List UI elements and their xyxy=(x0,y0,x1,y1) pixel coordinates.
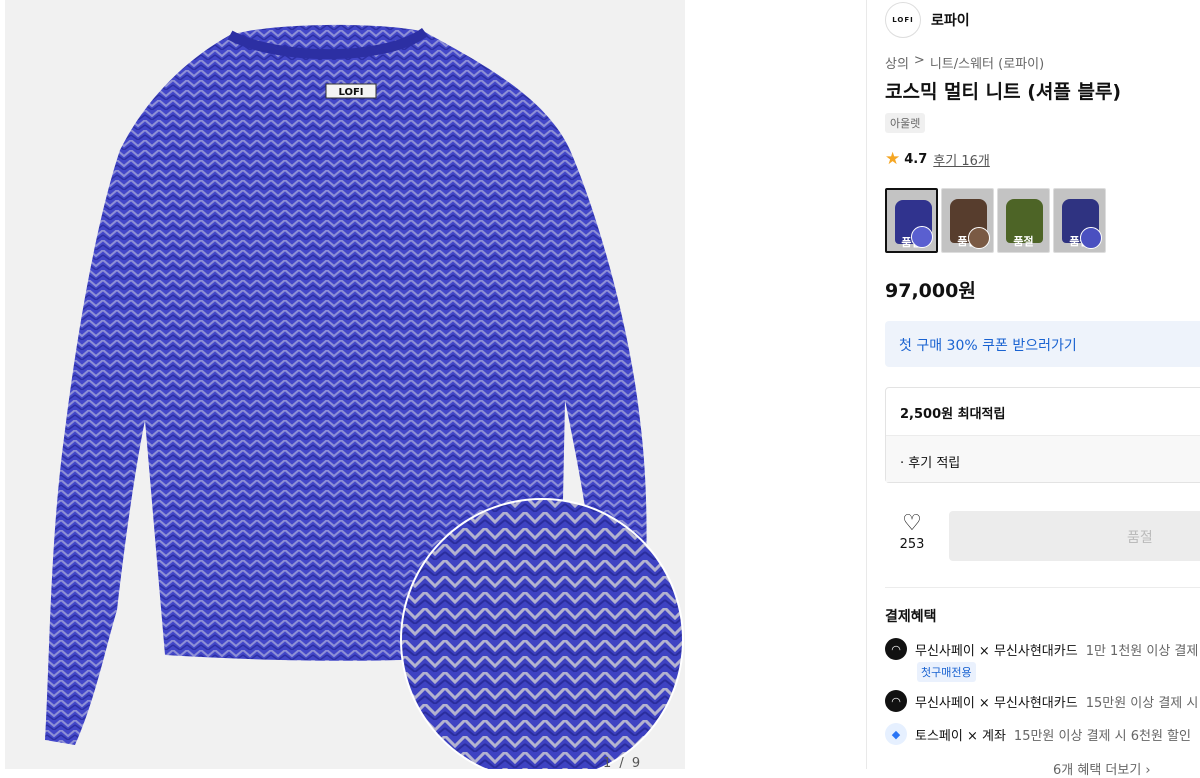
product-price: 97,000원 xyxy=(885,280,976,302)
swatch-shuffle-blue[interactable]: 품절 xyxy=(885,188,938,253)
swatch-detail-dot xyxy=(911,226,933,248)
musinsa-pay-icon: ◠ xyxy=(885,638,907,660)
swatch-detail-dot xyxy=(1080,227,1102,249)
swatch-blue[interactable]: 품절 xyxy=(1053,188,1106,253)
breadcrumb: 상의 > 니트/스웨터 (로파이) xyxy=(885,53,1044,72)
toss-pay-icon: ◆ xyxy=(885,723,907,745)
chevron-right-icon: > xyxy=(913,53,925,68)
benefit-item[interactable]: ◠ 무신사페이 × 무신사현대카드 15만원 이상 결제 시 xyxy=(885,690,1198,712)
color-swatches: 품절 품절 품절 품절 xyxy=(885,188,1106,253)
outlet-tag: 아울렛 xyxy=(885,113,926,133)
payment-benefits-title: 결제혜택 xyxy=(885,609,937,625)
benefit-item[interactable]: ◠ 무신사페이 × 무신사현대카드 1만 1천원 이상 결제 xyxy=(885,638,1198,660)
max-points: 2,500원 최대적립 xyxy=(900,407,1006,422)
reviews-link[interactable]: 후기 16개 xyxy=(933,150,990,169)
points-box: 2,500원 최대적립 · 후기 적립 xyxy=(885,387,1200,483)
brand-logo[interactable]: LOFI xyxy=(885,2,921,38)
swatch-detail-dot xyxy=(968,227,990,249)
star-icon: ★ xyxy=(885,149,901,169)
benefit-item[interactable]: ◆ 토스페이 × 계좌 15만원 이상 결제 시 6천원 할인 xyxy=(885,723,1191,745)
column-divider xyxy=(866,0,867,769)
soldout-button[interactable]: 품절 xyxy=(949,511,1200,561)
like-button[interactable]: ♡ 253 xyxy=(885,511,939,561)
swatch-brown[interactable]: 품절 xyxy=(941,188,994,253)
sweater-logo-label: LOFI xyxy=(338,87,363,98)
soldout-button-label: 품절 xyxy=(1127,530,1153,546)
rating-score: 4.7 xyxy=(904,152,928,167)
swatch-green[interactable]: 품절 xyxy=(997,188,1050,253)
image-page-indicator: 1 / 9 xyxy=(603,756,643,769)
brand-name[interactable]: 로파이 xyxy=(931,10,970,30)
like-count: 253 xyxy=(899,537,925,552)
coupon-text: 첫 구매 30% 쿠폰 받으러가기 xyxy=(899,338,1077,354)
coupon-banner[interactable]: 첫 구매 30% 쿠폰 받으러가기 xyxy=(885,321,1200,367)
breadcrumb-subcategory[interactable]: 니트/스웨터 (로파이) xyxy=(930,53,1044,72)
review-points: · 후기 적립 xyxy=(900,456,961,471)
first-purchase-badge: 첫구매전용 xyxy=(917,662,976,682)
product-title: 코스믹 멀티 니트 (셔플 블루) xyxy=(885,81,1122,103)
brand-header[interactable]: LOFI 로파이 xyxy=(885,2,970,38)
rating-row: ★ 4.7 후기 16개 xyxy=(885,149,990,170)
swatch-soldout-label: 품절 xyxy=(1013,235,1034,248)
musinsa-pay-icon: ◠ xyxy=(885,690,907,712)
sweater-illustration: LOFI xyxy=(45,24,684,769)
heart-icon: ♡ xyxy=(902,511,922,536)
product-gallery: LOFI 1 / 9 xyxy=(0,0,866,769)
product-info-panel: LOFI 로파이 상의 > 니트/스웨터 (로파이) 코스믹 멀티 니트 (셔플… xyxy=(885,0,1200,778)
product-image[interactable]: LOFI 1 / 9 xyxy=(5,0,685,769)
breadcrumb-category[interactable]: 상의 xyxy=(885,53,909,72)
